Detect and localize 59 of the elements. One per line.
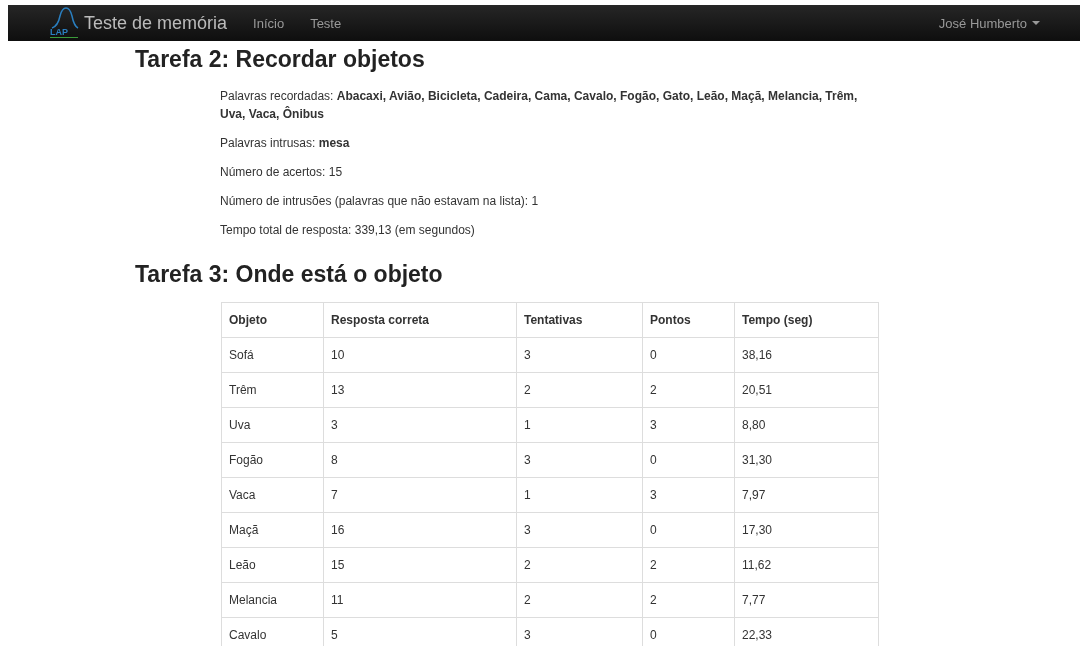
table-cell: Leão: [221, 547, 324, 583]
table-cell: 8,80: [734, 407, 879, 443]
column-header: Tentativas: [516, 302, 643, 338]
table-cell: 3: [642, 477, 735, 513]
section-heading: Tarefa 3: Onde está o objeto: [135, 261, 444, 288]
table-cell: Vaca: [221, 477, 324, 513]
table-cell: 31,30: [734, 442, 879, 478]
table-cell: Cavalo: [221, 617, 324, 646]
result-text: Tempo total de resposta: 339,13 (em segundos): [220, 222, 476, 239]
table-cell: 3: [516, 442, 643, 478]
result-text: Palavras intrusas: mesa: [220, 135, 351, 152]
table-cell: 20,51: [734, 372, 879, 408]
table-cell: 11,62: [734, 547, 879, 583]
result-text: Palavras recordadas: Abacaxi, Avião, Bicicleta, Cadeira, Cama, Cavalo, Fogão, Gato, Leão, Maçã, Melancia, Trêm, Uva, Vaca, Ônibus: [220, 88, 859, 123]
result-text: Número de intrusões (palavras que não estavam na lista): 1: [220, 193, 540, 210]
table-cell: Maçã: [221, 512, 324, 548]
section-heading: Tarefa 2: Recordar objetos: [135, 46, 426, 73]
table-cell: 1: [516, 407, 643, 443]
table-cell: 17,30: [734, 512, 879, 548]
table-cell: 38,16: [734, 337, 879, 373]
nav-link[interactable]: Início: [253, 15, 285, 31]
nav-link[interactable]: Teste: [310, 15, 342, 31]
table-cell: 2: [516, 372, 643, 408]
result-text: Número de acertos: 15: [220, 164, 344, 181]
table-cell: 8: [323, 442, 517, 478]
table-cell: 11: [323, 582, 517, 618]
table-cell: Melancia: [221, 582, 324, 618]
lab-logo: LAP: [48, 6, 82, 40]
table-cell: 2: [642, 372, 735, 408]
table-cell: 0: [642, 337, 735, 373]
brand-link[interactable]: Teste de memória: [84, 12, 228, 34]
table-cell: 7,77: [734, 582, 879, 618]
table-cell: 3: [642, 407, 735, 443]
table-cell: 7,97: [734, 477, 879, 513]
table-cell: 10: [323, 337, 517, 373]
column-header: Pontos: [642, 302, 735, 338]
table-cell: 3: [323, 407, 517, 443]
column-header: Objeto: [221, 302, 324, 338]
table-cell: Sofá: [221, 337, 324, 373]
column-header: Resposta correta: [323, 302, 517, 338]
table-cell: 15: [323, 547, 517, 583]
table-cell: Uva: [221, 407, 324, 443]
table-cell: 1: [516, 477, 643, 513]
table-cell: 3: [516, 512, 643, 548]
table-cell: 2: [516, 547, 643, 583]
table-cell: 16: [323, 512, 517, 548]
column-header: Tempo (seg): [734, 302, 879, 338]
table-cell: Trêm: [221, 372, 324, 408]
table-cell: 2: [642, 582, 735, 618]
table-cell: 13: [323, 372, 517, 408]
table-cell: 3: [516, 337, 643, 373]
table-cell: 0: [642, 442, 735, 478]
table-cell: 2: [516, 582, 643, 618]
caret-icon: [1032, 21, 1040, 25]
table-cell: 0: [642, 512, 735, 548]
user-menu[interactable]: José Humberto: [938, 15, 1040, 31]
table-cell: Fogão: [221, 442, 324, 478]
table-cell: 2: [642, 547, 735, 583]
table-cell: 7: [323, 477, 517, 513]
